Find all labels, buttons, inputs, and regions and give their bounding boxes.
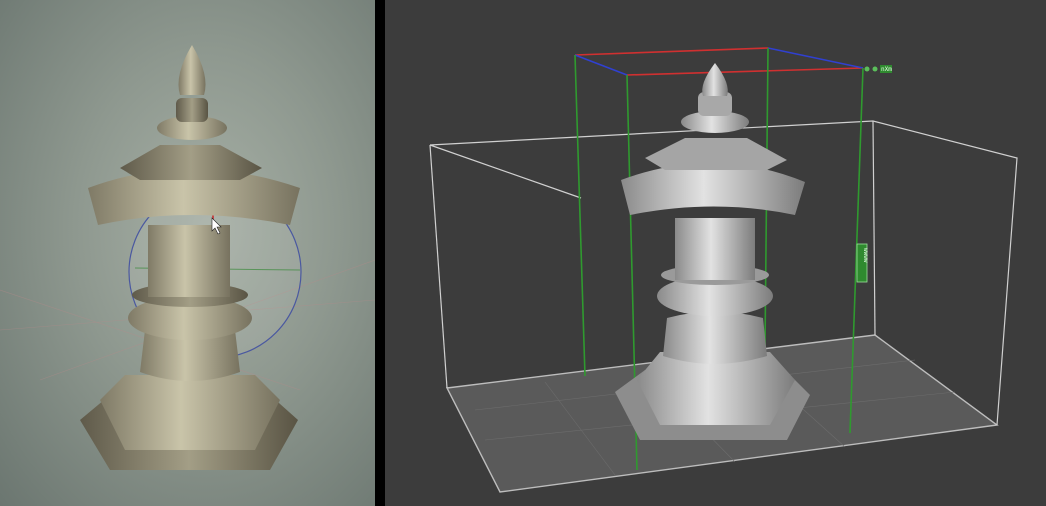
gizmo-handle-tag[interactable]: nXm [864, 65, 893, 73]
mesh-viewport[interactable]: nXm wwww [385, 0, 1046, 506]
panel-divider [375, 0, 385, 506]
gizmo-tag-label: nXm [881, 66, 892, 73]
stone-lantern-mesh[interactable] [615, 63, 810, 440]
side-tag-label: wwww [862, 248, 869, 263]
textured-model-viewport[interactable] [0, 0, 375, 506]
side-scale-tag[interactable]: wwww [856, 243, 869, 283]
